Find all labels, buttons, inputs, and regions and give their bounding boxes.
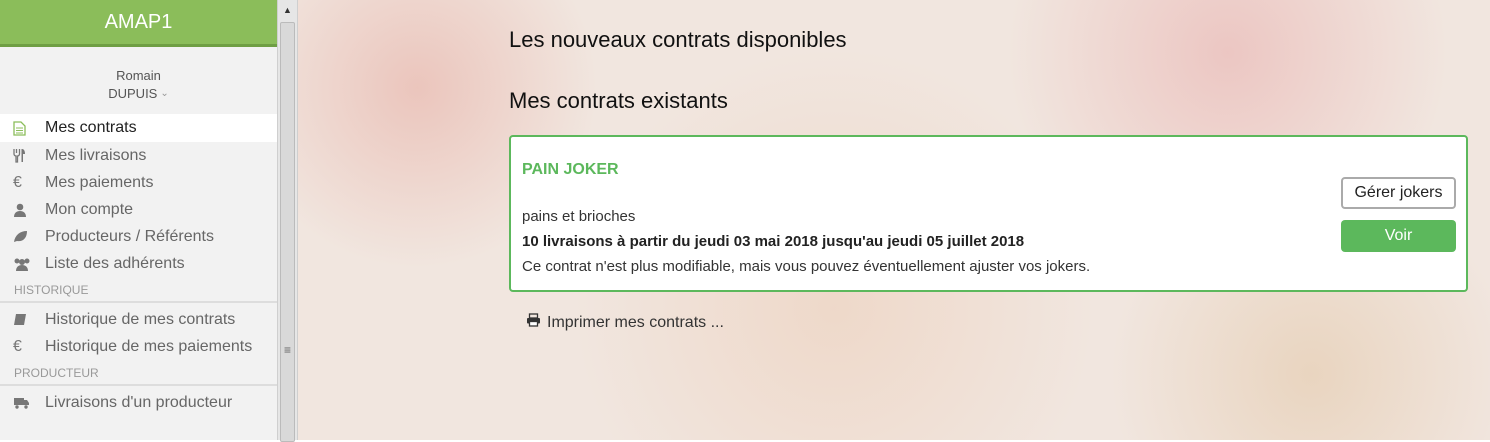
sidebar-item-label: Producteurs / Référents (45, 227, 214, 245)
user-last-name: DUPUIS (108, 86, 158, 101)
print-contracts-link[interactable]: Imprimer mes contrats ... (526, 313, 724, 332)
sidebar-item-adherents[interactable]: Liste des adhérents (0, 250, 277, 277)
sidebar-item-mes-livraisons[interactable]: Mes livraisons (0, 142, 277, 169)
cutlery-icon (13, 148, 45, 163)
app-brand[interactable]: AMAP1 (0, 0, 277, 47)
scroll-up-arrow-icon[interactable]: ▲ (278, 0, 297, 19)
section-producteur: PRODUCTEUR (0, 360, 277, 386)
chevron-down-icon[interactable]: ⌄ (160, 85, 168, 103)
sidebar-item-historique-contrats[interactable]: Historique de mes contrats (0, 306, 277, 333)
sidebar-item-label: Mes paiements (45, 173, 154, 191)
leaf-icon (13, 230, 45, 243)
sidebar-item-label: Historique de mes contrats (45, 310, 236, 328)
sidebar-item-mes-contrats[interactable]: Mes contrats (0, 114, 277, 142)
sidebar-scrollbar[interactable]: ▲ ≡ (277, 0, 298, 442)
scroll-thumb[interactable]: ≡ (280, 22, 295, 442)
users-icon (13, 257, 45, 271)
truck-icon (13, 396, 45, 409)
main-content: Les nouveaux contrats disponibles Mes co… (298, 0, 1490, 440)
sidebar-item-mes-paiements[interactable]: € Mes paiements (0, 169, 277, 196)
user-menu[interactable]: Romain DUPUIS ⌄ (0, 47, 277, 107)
sidebar-item-label: Mes livraisons (45, 146, 147, 164)
contract-dates: 10 livraisons à partir du jeudi 03 mai 2… (522, 233, 1025, 250)
sidebar-item-label: Liste des adhérents (45, 254, 185, 272)
contract-card: PAIN JOKER pains et brioches 10 livraiso… (509, 135, 1468, 292)
user-first-name: Romain (116, 68, 161, 83)
sidebar-item-mon-compte[interactable]: Mon compte (0, 196, 277, 223)
new-contracts-heading: Les nouveaux contrats disponibles (509, 27, 847, 52)
sidebar-item-historique-paiements[interactable]: € Historique de mes paiements (0, 333, 277, 360)
sidebar-item-livraisons-producteur[interactable]: Livraisons d'un producteur (0, 389, 277, 416)
sidebar-item-label: Livraisons d'un producteur (45, 393, 233, 411)
euro-icon: € (13, 337, 22, 355)
sidebar-item-label: Mon compte (45, 200, 134, 218)
print-link-label: Imprimer mes contrats ... (547, 313, 724, 331)
sidebar: AMAP1 Romain DUPUIS ⌄ Mes contrats Mes l… (0, 0, 277, 440)
sidebar-item-producteurs[interactable]: Producteurs / Référents (0, 223, 277, 250)
grip-icon: ≡ (283, 343, 291, 357)
manage-jokers-button[interactable]: Gérer jokers (1341, 177, 1456, 209)
contract-description: pains et brioches (522, 208, 636, 225)
euro-icon: € (13, 173, 22, 191)
contract-note: Ce contrat n'est plus modifiable, mais v… (522, 258, 1091, 275)
sidebar-item-label: Historique de mes paiements (45, 337, 253, 355)
contract-title: PAIN JOKER (522, 161, 619, 178)
existing-contracts-heading: Mes contrats existants (509, 88, 728, 113)
sidebar-item-label: Mes contrats (45, 119, 137, 136)
print-icon (526, 313, 541, 332)
book-icon (13, 313, 45, 326)
section-historique: HISTORIQUE (0, 277, 277, 303)
view-contract-button[interactable]: Voir (1341, 220, 1456, 252)
file-text-icon (13, 120, 45, 136)
user-icon (13, 203, 45, 217)
